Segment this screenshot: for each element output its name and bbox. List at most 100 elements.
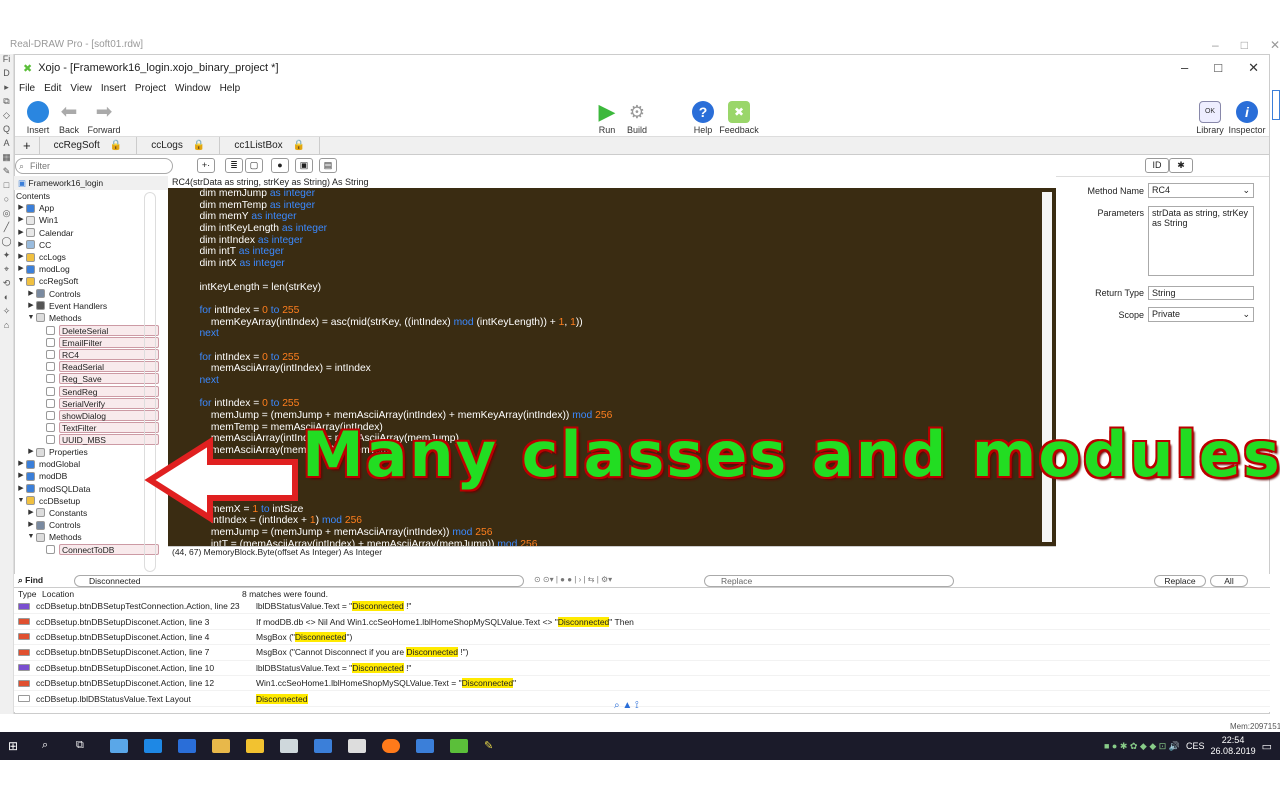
chevron-right-icon[interactable]: ▶	[16, 227, 26, 239]
chevron-right-icon[interactable]: ▶	[16, 251, 26, 263]
close-icon[interactable]: ✕	[1248, 60, 1259, 76]
find-result-row[interactable]: ccDBsetup.btnDBSetupDisconet.Action, lin…	[14, 661, 1270, 676]
calculator-icon[interactable]	[280, 739, 298, 753]
chevron-right-icon[interactable]: ▶	[26, 300, 36, 312]
chevron-right-icon[interactable]: ▶	[26, 446, 36, 458]
edge-icon[interactable]	[144, 739, 162, 753]
xojo-window-controls[interactable]: – □ ✕	[1181, 60, 1269, 76]
code-line[interactable]: dim intKeyLength as integer	[168, 223, 1056, 235]
chevron-right-icon[interactable]: ▶	[16, 483, 26, 495]
firefox-icon[interactable]	[382, 739, 400, 753]
code-line[interactable]: memKeyArray(intIndex) = asc(mid(strKey, …	[168, 317, 1056, 329]
find-result-row[interactable]: ccDBsetup.lblDBStatusValue.Text Layout Di…	[14, 691, 1270, 707]
chevron-right-icon[interactable]: ▶	[26, 507, 36, 519]
find-result-row[interactable]: ccDBsetup.btnDBSetupDisconet.Action, lin…	[14, 676, 1270, 692]
outer-window-controls[interactable]: – □ ✕	[1212, 38, 1280, 52]
task-view-icon[interactable]: ⧉	[76, 739, 94, 753]
find-input[interactable]: Disconnected	[74, 575, 524, 587]
chevron-right-icon[interactable]: ▶	[16, 458, 26, 470]
inspector-view-button[interactable]: ID	[1145, 158, 1169, 173]
find-result-row[interactable]: ccDBsetup.btnDBSetupTestConnection.Actio…	[14, 599, 1270, 615]
inspector-button[interactable]: i Inspector	[1227, 95, 1267, 135]
maximize-icon[interactable]: □	[1214, 60, 1222, 76]
inspector-settings-button[interactable]: ✱	[1169, 158, 1193, 173]
menu-edit[interactable]: Edit	[44, 83, 61, 94]
feedback-button[interactable]: ✖ Feedback	[719, 95, 759, 135]
chevron-right-icon[interactable]: ▶	[16, 470, 26, 482]
add-tab-button[interactable]: +	[15, 136, 40, 155]
build-button[interactable]: ⚙ Build	[625, 95, 649, 135]
code-line[interactable]: next	[168, 328, 1056, 340]
find-result-row[interactable]: ccDBsetup.btnDBSetupDisconet.Action, lin…	[14, 645, 1270, 661]
filter-input[interactable]: ⌕ Filter	[15, 158, 173, 174]
outer-tool-strip[interactable]: Fi D ▸ ⧉ ◇ Q A ▦ ✎ □ ○ ◎ ╱ ◯ ✦ ⌖ ⟲ ◐ ✧ ⌂	[0, 54, 14, 714]
menu-file[interactable]: File	[19, 83, 35, 94]
chevron-down-icon[interactable]: ▼	[16, 275, 26, 287]
run-button[interactable]: ▶ Run	[595, 95, 619, 136]
app-icon[interactable]	[416, 739, 434, 753]
navigator-header[interactable]: ▣ Framework16_login	[14, 176, 178, 190]
code-line[interactable]: for intIndex = 0 to 255	[168, 305, 1056, 317]
app-icon[interactable]	[110, 739, 128, 753]
forward-button[interactable]: ➡ Forward	[87, 95, 121, 135]
code-line[interactable]: dim memTemp as integer	[168, 200, 1056, 212]
explorer-icon[interactable]	[212, 739, 230, 753]
search-icon[interactable]: ⌕	[42, 739, 60, 753]
add-item-button[interactable]: +·	[197, 158, 215, 173]
view-list-button[interactable]: ≣	[225, 158, 243, 173]
draw-icon[interactable]: ✎	[484, 739, 502, 753]
code-line[interactable]	[168, 340, 1056, 352]
code-line[interactable]: next	[168, 375, 1056, 387]
back-button[interactable]: ⬅ Back	[57, 95, 81, 135]
find-result-row[interactable]: ccDBsetup.btnDBSetupDisconet.Action, lin…	[14, 614, 1270, 630]
menu-view[interactable]: View	[70, 83, 92, 94]
tab-cc1listbox[interactable]: cc1ListBox 🔒	[220, 136, 321, 155]
comment-button[interactable]: ●	[271, 158, 289, 173]
code-line[interactable]	[168, 293, 1056, 305]
replace-button[interactable]: Replace	[1154, 575, 1206, 587]
scope-select[interactable]: Private ⌄	[1148, 307, 1254, 322]
find-bottom-controls[interactable]: ⌕ ▲ ⟟	[614, 700, 639, 711]
windows-start-icon[interactable]: ⊞	[8, 739, 26, 753]
app-icon[interactable]	[178, 739, 196, 753]
layout-toggle-button[interactable]: ▤	[319, 158, 337, 173]
code-line[interactable]: dim memJump as integer	[168, 188, 1056, 200]
tab-cclogs[interactable]: ccLogs 🔒	[137, 136, 221, 155]
chevron-right-icon[interactable]: ▶	[16, 202, 26, 214]
code-line[interactable]: for intIndex = 0 to 255	[168, 398, 1056, 410]
replace-input[interactable]: Replace	[704, 575, 954, 587]
find-options[interactable]: ⊙ ⊙▾ | ● ● | › | ⇆ | ⚙▾	[534, 575, 612, 584]
menu-project[interactable]: Project	[135, 83, 166, 94]
mail-icon[interactable]	[348, 739, 366, 753]
code-line[interactable]: dim memY as integer	[168, 211, 1056, 223]
menu-help[interactable]: Help	[220, 83, 241, 94]
code-line[interactable]	[168, 387, 1056, 399]
insert-button[interactable]: Insert	[23, 95, 53, 135]
input-language[interactable]: CES	[1186, 741, 1205, 751]
chevron-right-icon[interactable]: ▶	[16, 214, 26, 226]
chevron-down-icon[interactable]: ▼	[16, 495, 26, 507]
xojo-icon[interactable]	[450, 739, 468, 753]
library-button[interactable]: OK Library	[1195, 95, 1225, 135]
chevron-right-icon[interactable]: ▶	[26, 288, 36, 300]
help-button[interactable]: ? Help	[691, 95, 715, 135]
code-line[interactable]: memAsciiArray(intIndex) = intIndex	[168, 363, 1056, 375]
store-icon[interactable]	[246, 739, 264, 753]
menu-insert[interactable]: Insert	[101, 83, 126, 94]
replace-all-button[interactable]: All	[1210, 575, 1248, 587]
code-line[interactable]: dim intX as integer	[168, 258, 1056, 270]
notifications-icon[interactable]: ▭	[1262, 740, 1272, 753]
chevron-right-icon[interactable]: ▶	[26, 519, 36, 531]
code-line[interactable]: dim intT as integer	[168, 246, 1056, 258]
code-line[interactable]: intKeyLength = len(strKey)	[168, 282, 1056, 294]
chevron-down-icon[interactable]: ▼	[26, 312, 36, 324]
code-line[interactable]: for intIndex = 0 to 255	[168, 352, 1056, 364]
minimize-icon[interactable]: –	[1181, 60, 1188, 76]
chevron-right-icon[interactable]: ▶	[16, 239, 26, 251]
code-button[interactable]: ▣	[295, 158, 313, 173]
save-icon[interactable]	[314, 739, 332, 753]
clock[interactable]: 22:54 26.08.2019	[1211, 735, 1256, 757]
code-line[interactable]: dim intIndex as integer	[168, 235, 1056, 247]
method-name-field[interactable]: RC4 ⌄	[1148, 183, 1254, 198]
view-layout-button[interactable]: ▢	[245, 158, 263, 173]
